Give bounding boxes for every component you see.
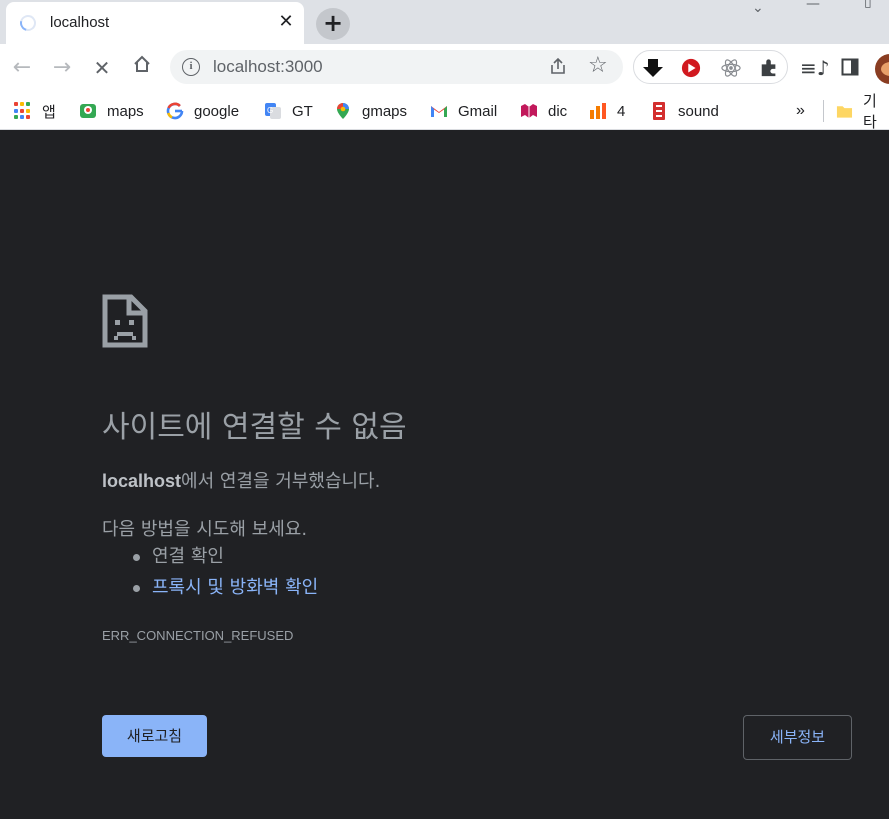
close-icon[interactable]: ✕: [276, 11, 296, 33]
stop-loading-button[interactable]: ✕: [88, 54, 116, 82]
tab-strip: localhost ✕ + ⌄ — ▯: [0, 0, 889, 44]
tab-title: localhost: [50, 14, 110, 31]
folder-icon: [836, 106, 853, 118]
bookmark-label: 4: [617, 102, 626, 120]
download-extension-icon[interactable]: [642, 58, 664, 78]
bookmark-label: google: [194, 102, 240, 120]
bookmark-dic[interactable]: dic: [520, 98, 567, 124]
error-description: localhost에서 연결을 거부했습니다.: [102, 467, 380, 493]
suggestions-list: 연결 확인 프록시 및 방화벽 확인: [130, 543, 318, 605]
google-icon: [166, 102, 184, 120]
svg-text:G: G: [267, 106, 273, 115]
bookmark-label: Gmail: [458, 102, 498, 120]
bookmark-label: sound: [678, 102, 719, 120]
home-icon: [134, 55, 150, 72]
error-description-text: 에서 연결을 거부했습니다.: [181, 471, 381, 492]
error-title: 사이트에 연결할 수 없음: [102, 410, 407, 445]
browser-toolbar: ← → ✕ i localhost:3000 ☆ ≡♪: [0, 44, 889, 92]
play-extension-icon[interactable]: [680, 58, 702, 78]
bookmark-label: 앱: [42, 103, 56, 121]
home-button[interactable]: [128, 54, 156, 82]
extensions-group: [633, 50, 788, 84]
details-button[interactable]: 세부정보: [743, 715, 852, 760]
bookmark-star-icon[interactable]: ☆: [588, 53, 608, 78]
bookmark-label: maps: [107, 102, 144, 120]
sad-document-icon: [102, 294, 148, 348]
loading-spinner-icon: [17, 12, 39, 34]
tab-search-chevron-icon[interactable]: ⌄: [752, 0, 764, 16]
url-text[interactable]: localhost:3000: [213, 57, 323, 77]
address-bar[interactable]: i localhost:3000 ☆: [170, 50, 623, 84]
profile-avatar[interactable]: [875, 54, 889, 84]
maps-icon: [80, 104, 96, 118]
google-translate-icon: G: [265, 103, 281, 119]
gmaps-pin-icon: [337, 103, 349, 119]
minimize-icon[interactable]: —: [806, 0, 820, 12]
site-info-icon[interactable]: i: [182, 58, 200, 76]
bookmark-gt[interactable]: G GT: [264, 98, 313, 124]
gmail-icon: [431, 106, 447, 117]
share-icon[interactable]: [548, 56, 568, 76]
bookmark-label: gmaps: [362, 102, 408, 120]
extensions-puzzle-icon[interactable]: [758, 58, 780, 78]
bookmark-google[interactable]: google: [166, 98, 239, 124]
bookmark-gmaps[interactable]: gmaps: [334, 98, 407, 124]
forward-button[interactable]: →: [48, 54, 76, 82]
bookmark-label: dic: [548, 102, 568, 120]
bookmark-apps[interactable]: 앱: [14, 98, 56, 124]
bookmark-gmail[interactable]: Gmail: [430, 98, 497, 124]
bookmark-maps[interactable]: maps: [79, 98, 144, 124]
tab-localhost[interactable]: localhost ✕: [6, 2, 304, 44]
react-devtools-icon[interactable]: [720, 58, 742, 78]
other-bookmarks[interactable]: 기타: [836, 93, 889, 131]
maximize-icon[interactable]: ▯: [864, 0, 872, 10]
side-panel-icon[interactable]: [841, 58, 859, 76]
other-bookmarks-label: 기타: [862, 93, 877, 131]
bookmark-sound[interactable]: sound: [650, 98, 719, 124]
apps-grid-icon: [14, 102, 32, 120]
bars-icon: [590, 103, 606, 119]
suggestion-check-connection: 연결 확인: [130, 543, 318, 574]
new-tab-button[interactable]: +: [316, 8, 350, 40]
bookmarks-overflow-button[interactable]: »: [796, 98, 805, 124]
bookmarks-bar: 앱 maps google G GT gmaps Gmail dic 4 sou…: [0, 92, 889, 131]
bookmarks-divider: [823, 100, 824, 122]
sound-icon: [653, 102, 665, 120]
dictionary-icon: [521, 104, 537, 118]
bookmark-4[interactable]: 4: [589, 98, 625, 124]
error-page: 사이트에 연결할 수 없음 localhost에서 연결을 거부했습니다. 다음…: [0, 131, 889, 819]
back-button[interactable]: ←: [8, 54, 36, 82]
reading-list-icon[interactable]: ≡♪: [800, 56, 830, 80]
reload-button[interactable]: 새로고침: [102, 715, 207, 757]
error-host: localhost: [102, 471, 182, 491]
suggestions-heading: 다음 방법을 시도해 보세요.: [102, 519, 308, 540]
suggestion-check-proxy-firewall-link[interactable]: 프록시 및 방화벽 확인: [130, 574, 318, 605]
bookmark-label: GT: [292, 102, 313, 120]
error-code: ERR_CONNECTION_REFUSED: [102, 628, 294, 643]
